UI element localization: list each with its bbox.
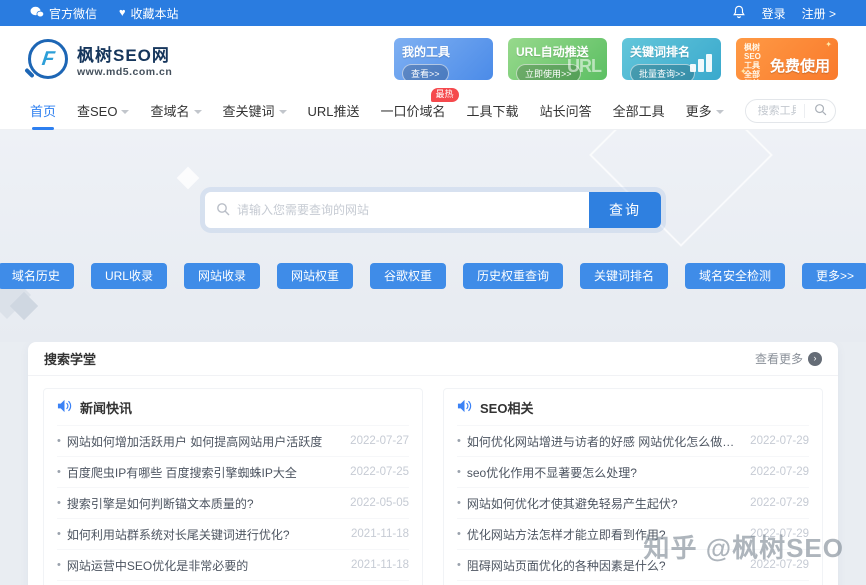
bell-icon[interactable] xyxy=(732,5,746,22)
quick-link-keyword-rank[interactable]: 关键词排名 xyxy=(580,263,668,289)
sparkle-icon: ✦ xyxy=(740,67,747,76)
chevron-down-icon xyxy=(279,110,287,114)
nav-item-cha-keyword[interactable]: 查关键词 xyxy=(223,101,287,120)
wechat-icon xyxy=(30,6,44,21)
favorite-link[interactable]: ♥ 收藏本站 xyxy=(119,5,179,22)
list-item[interactable]: •搜索引擎是如何判断锚文本质量的?2022-05-05 xyxy=(57,487,409,518)
list-item[interactable]: •网站运营中SEO优化是非常必要的2021-11-18 xyxy=(57,549,409,580)
tool-search-input[interactable] xyxy=(746,105,804,117)
promo-card-my-tools[interactable]: 我的工具 查看>> xyxy=(394,38,493,80)
chevron-down-icon xyxy=(194,110,202,114)
speaker-icon xyxy=(57,399,72,416)
sparkle-icon: ✦ xyxy=(825,40,832,49)
decor-diamond xyxy=(589,130,773,247)
search-school-card: 搜索学堂 查看更多 › 新闻快讯 •网站如何增加活跃用户 如何提高网站用户活跃度… xyxy=(28,342,838,585)
search-icon xyxy=(814,103,827,119)
chevron-down-icon xyxy=(121,110,129,114)
quick-link-domain-history[interactable]: 域名历史 xyxy=(0,263,74,289)
decor-diamond xyxy=(177,167,200,190)
favorite-label: 收藏本站 xyxy=(131,5,179,22)
list-item[interactable]: •网站如何优化才使其避免轻易产生起伏?2022-07-29 xyxy=(457,487,809,518)
list-item[interactable]: •如何优化网站增进与访者的好感 网站优化怎么做才能吸引访者浏览2022-07-2… xyxy=(457,425,809,456)
site-logo[interactable]: F 枫树SEO网 www.md5.com.cn xyxy=(28,39,172,79)
tool-search-button[interactable] xyxy=(805,100,835,122)
quick-link-site-weight[interactable]: 网站权重 xyxy=(277,263,353,289)
list-item[interactable]: •百度爬虫IP有哪些 百度搜索引擎蜘蛛IP大全2022-07-25 xyxy=(57,456,409,487)
site-query-input[interactable] xyxy=(205,192,589,228)
column-title: SEO相关 xyxy=(480,398,533,417)
tool-search-box xyxy=(745,99,836,123)
nav-item-cha-domain[interactable]: 查域名 xyxy=(150,101,201,120)
promo-tagline-1: 枫树SEO工具 xyxy=(744,43,767,70)
register-link[interactable]: 注册 > xyxy=(802,5,836,22)
header: F 枫树SEO网 www.md5.com.cn 我的工具 查看>> URL自动推… xyxy=(0,26,866,92)
hot-badge: 最热 xyxy=(431,88,459,102)
quick-link-history-weight[interactable]: 历史权重查询 xyxy=(463,263,563,289)
list-item[interactable]: •阻碍网站页面优化的各种因素是什么?2022-07-29 xyxy=(457,549,809,580)
speaker-icon xyxy=(457,399,472,416)
seo-column: SEO相关 •如何优化网站增进与访者的好感 网站优化怎么做才能吸引访者浏览202… xyxy=(443,388,823,585)
list-item[interactable]: •企业网站页面优化有什么常规的过程与阶段?2022-07-29 xyxy=(457,580,809,585)
promo-action-button[interactable]: 批量查询>> xyxy=(630,64,695,80)
quick-link-more[interactable]: 更多>> xyxy=(802,263,866,289)
nav-item-tool-download[interactable]: 工具下载 xyxy=(467,101,519,120)
site-url: www.md5.com.cn xyxy=(77,66,172,78)
login-link[interactable]: 登录 xyxy=(762,5,786,22)
promo-card-url-push[interactable]: URL自动推送 立即使用>> URL xyxy=(508,38,607,80)
quick-link-url-index[interactable]: URL收录 xyxy=(91,263,167,289)
nav-item-more[interactable]: 更多 xyxy=(686,101,724,120)
quick-link-site-index[interactable]: 网站收录 xyxy=(184,263,260,289)
more-circle-icon: › xyxy=(808,352,822,366)
url-icon: URL xyxy=(567,56,601,77)
quick-link-domain-security[interactable]: 域名安全检测 xyxy=(685,263,785,289)
column-title: 新闻快讯 xyxy=(80,398,132,417)
promo-action-button[interactable]: 查看>> xyxy=(402,64,449,80)
promo-card-free-use[interactable]: ✦ ✦ 枫树SEO工具 全部权益 免费使用 点击查看>> xyxy=(736,38,838,80)
nav-item-url-push[interactable]: URL推送 xyxy=(308,101,360,120)
view-more-link[interactable]: 查看更多 › xyxy=(755,350,822,367)
promo-tagline-2: 全部权益 xyxy=(744,70,767,80)
list-item[interactable]: •如何利用站群系统对长尾关键词进行优化?2021-11-18 xyxy=(57,518,409,549)
nav-item-fixed-price-domain[interactable]: 一口价域名 最热 xyxy=(381,101,446,120)
wechat-label: 官方微信 xyxy=(49,5,97,22)
quick-links-row: 域名历史 URL收录 网站收录 网站权重 谷歌权重 历史权重查询 关键词排名 域… xyxy=(0,263,866,289)
list-item[interactable]: •优化网站方法怎样才能立即看到作用?2022-07-29 xyxy=(457,518,809,549)
nav-item-home[interactable]: 首页 xyxy=(30,101,56,120)
chevron-down-icon xyxy=(716,110,724,114)
site-query-bar: 查询 xyxy=(205,192,661,228)
nav-item-cha-seo[interactable]: 查SEO xyxy=(77,101,129,120)
list-item[interactable]: •如何利用站群系统对网站进行长尾关键词优化?2021-11-17 xyxy=(57,580,409,585)
search-icon xyxy=(216,202,230,221)
logo-magnifier-icon: F xyxy=(28,39,68,79)
card-title: 搜索学堂 xyxy=(44,349,96,368)
wechat-link[interactable]: 官方微信 xyxy=(30,5,97,22)
promo-card-keyword-rank[interactable]: 关键词排名 批量查询>> xyxy=(622,38,721,80)
site-name: 枫树SEO网 xyxy=(77,41,172,66)
topbar: 官方微信 ♥ 收藏本站 登录 注册 > xyxy=(0,0,866,26)
chart-bars-icon xyxy=(690,54,712,72)
promo-title: 我的工具 xyxy=(402,43,485,60)
heart-icon: ♥ xyxy=(119,8,126,19)
main-nav: 首页 查SEO 查域名 查关键词 URL推送 一口价域名 最热 工具下载 站长问… xyxy=(0,92,866,130)
hero-section: 查询 域名历史 URL收录 网站收录 网站权重 谷歌权重 历史权重查询 关键词排… xyxy=(0,130,866,342)
quick-link-google-weight[interactable]: 谷歌权重 xyxy=(370,263,446,289)
nav-item-all-tools[interactable]: 全部工具 xyxy=(613,101,665,120)
query-button[interactable]: 查询 xyxy=(589,192,661,228)
promo-title: 免费使用 xyxy=(770,55,830,76)
list-item[interactable]: •网站如何增加活跃用户 如何提高网站用户活跃度2022-07-27 xyxy=(57,425,409,456)
news-column: 新闻快讯 •网站如何增加活跃用户 如何提高网站用户活跃度2022-07-27 •… xyxy=(43,388,423,585)
list-item[interactable]: •seo优化作用不显著要怎么处理?2022-07-29 xyxy=(457,456,809,487)
nav-item-webmaster-qa[interactable]: 站长问答 xyxy=(540,101,592,120)
